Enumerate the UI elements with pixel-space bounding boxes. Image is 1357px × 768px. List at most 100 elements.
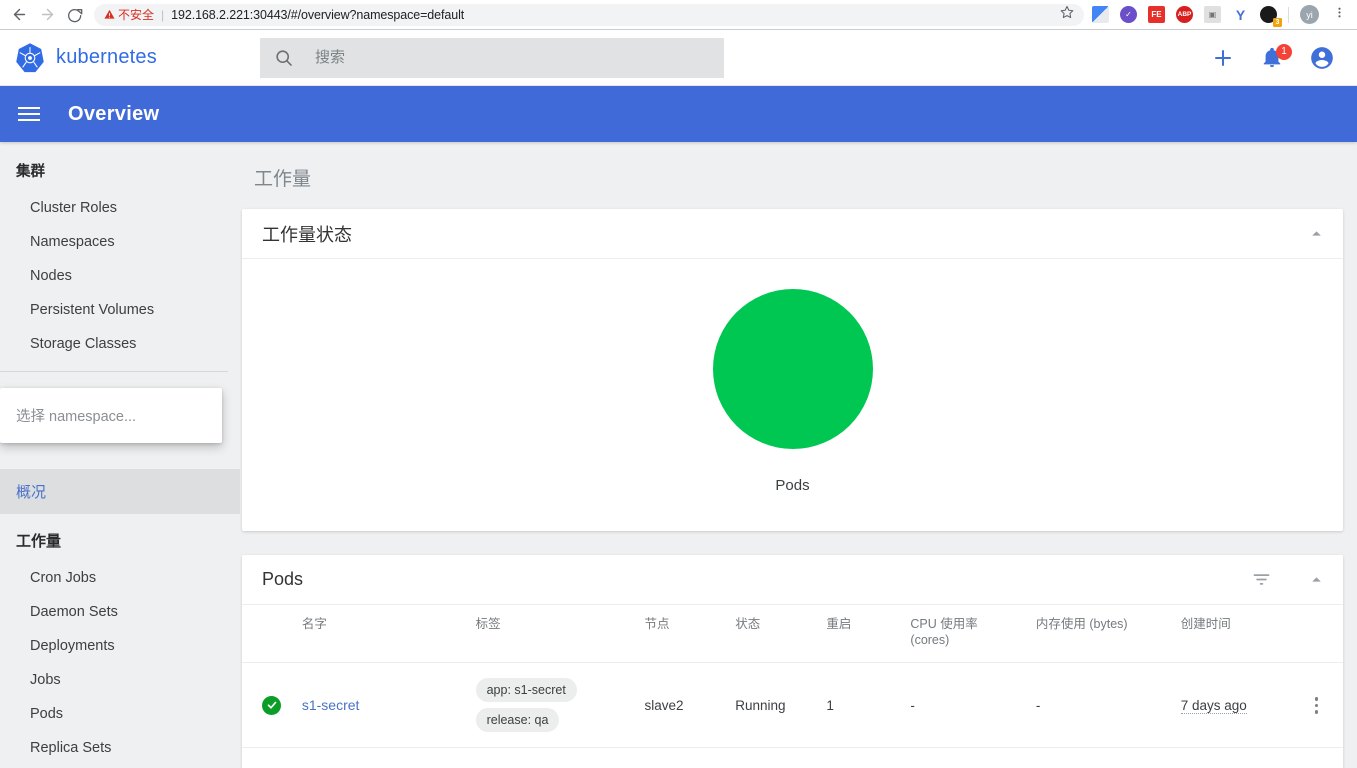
workload-status-title: 工作量状态: [262, 224, 352, 245]
browser-profile-avatar[interactable]: yi: [1300, 5, 1319, 24]
back-button[interactable]: [8, 4, 30, 26]
browser-nav-buttons: [0, 4, 90, 26]
row-created-cell: 7 days ago: [1172, 662, 1291, 748]
column-header-restarts[interactable]: 重启: [818, 605, 902, 663]
pods-paginator: 1 – 1 of 1: [242, 747, 1343, 768]
toolbar-divider: [1288, 6, 1289, 23]
extension-badge-count: 3: [1273, 18, 1282, 27]
sidebar-item-pods[interactable]: Pods: [0, 697, 240, 731]
pods-table-header-row: 名字 标签 节点 状态 重启 CPU 使用率 (cores) 内存使用 (byt…: [242, 605, 1343, 663]
pods-chart-label: Pods: [775, 476, 810, 494]
sidebar-item-namespaces[interactable]: Namespaces: [0, 225, 240, 259]
google-translate-extension-icon[interactable]: [1092, 6, 1109, 23]
sidebar-item-persistent-volumes[interactable]: Persistent Volumes: [0, 293, 240, 327]
table-row[interactable]: s1-secret app: s1-secret release: qa sla…: [242, 662, 1343, 748]
sidebar-item-daemon-sets[interactable]: Daemon Sets: [0, 595, 240, 629]
yandex-extension-icon[interactable]: Y: [1232, 6, 1249, 23]
extension-icons: ✓ FE ABP ▣ Y 3 yi: [1090, 5, 1357, 27]
back-arrow-icon: [13, 8, 25, 21]
column-header-memory[interactable]: 内存使用 (bytes): [1028, 605, 1173, 663]
url-text: 192.168.2.221:30443/#/overview?namespace…: [171, 7, 465, 22]
content-heading: 工作量: [254, 169, 312, 190]
browser-toolbar: 不安全 | 192.168.2.221:30443/#/overview?nam…: [0, 0, 1357, 30]
body-layout: 集群 Cluster Roles Namespaces Nodes Persis…: [0, 142, 1357, 768]
workload-status-card: 工作量状态 Pods: [242, 209, 1343, 531]
overflow-menu-icon[interactable]: [1298, 697, 1335, 714]
column-header-status-icon: [242, 605, 294, 663]
column-header-state[interactable]: 状态: [727, 605, 818, 663]
sidebar-item-nodes[interactable]: Nodes: [0, 259, 240, 293]
sidebar-nav: 集群 Cluster Roles Namespaces Nodes Persis…: [0, 142, 240, 768]
app-header: kubernetes 1: [0, 30, 1357, 86]
pods-card-caret-up-icon[interactable]: [1310, 573, 1323, 586]
page-title: Overview: [68, 102, 160, 125]
account-button[interactable]: [1309, 45, 1335, 71]
global-search[interactable]: [260, 37, 724, 78]
opera-extension-icon[interactable]: 3: [1260, 6, 1282, 27]
label-chip-app[interactable]: app: s1-secret: [475, 678, 577, 703]
column-header-cpu[interactable]: CPU 使用率 (cores): [902, 605, 1028, 663]
search-icon: [274, 48, 293, 67]
filter-list-icon[interactable]: [1251, 569, 1272, 590]
workload-status-card-header: 工作量状态: [242, 209, 1343, 259]
notifications-button[interactable]: 1: [1261, 43, 1292, 69]
sidebar-group-cluster: 集群: [16, 164, 45, 180]
sidebar-item-overview-label: 概况: [16, 484, 47, 501]
column-header-menu: [1290, 605, 1343, 663]
pods-table: 名字 标签 节点 状态 重启 CPU 使用率 (cores) 内存使用 (byt…: [242, 605, 1343, 748]
brand-logo[interactable]: kubernetes: [0, 42, 246, 74]
warning-triangle-icon: [104, 9, 115, 19]
verified-badge-extension-icon[interactable]: ✓: [1120, 6, 1137, 23]
sidebar-item-replica-sets[interactable]: Replica Sets: [0, 731, 240, 765]
row-node-cell: slave2: [636, 662, 728, 748]
kubernetes-logo-icon: [16, 42, 44, 72]
column-header-name[interactable]: 名字: [294, 605, 468, 663]
sidebar-item-storage-classes[interactable]: Storage Classes: [0, 327, 240, 361]
header-actions: 1: [1211, 43, 1357, 71]
hamburger-menu-icon[interactable]: [14, 103, 44, 125]
reload-button[interactable]: [64, 4, 86, 26]
label-chip-release[interactable]: release: qa: [475, 708, 560, 733]
workload-status-card-actions: [1310, 227, 1323, 240]
sidebar-item-deployments[interactable]: Deployments: [0, 629, 240, 663]
namespace-select-placeholder: 选择 namespace...: [16, 409, 137, 425]
forward-arrow-icon: [41, 8, 53, 21]
row-labels-cell: app: s1-secret release: qa: [467, 662, 637, 748]
omnibox-divider: |: [161, 7, 165, 22]
create-resource-button[interactable]: [1211, 46, 1235, 70]
account-circle-icon: [1311, 46, 1333, 69]
pods-table-body: s1-secret app: s1-secret release: qa sla…: [242, 662, 1343, 748]
namespace-select-dropdown[interactable]: 选择 namespace...: [0, 388, 222, 443]
row-status-cell: [242, 662, 294, 748]
forward-button[interactable]: [36, 4, 58, 26]
pods-card-title: Pods: [262, 569, 304, 589]
address-bar[interactable]: 不安全 | 192.168.2.221:30443/#/overview?nam…: [94, 3, 1084, 26]
sidebar-item-cluster-roles[interactable]: Cluster Roles: [0, 191, 240, 225]
security-indicator[interactable]: 不安全: [104, 6, 154, 23]
sidebar-item-overview[interactable]: 概况: [0, 469, 240, 514]
column-header-created[interactable]: 创建时间: [1173, 605, 1290, 663]
check-circle-icon: [262, 695, 281, 715]
search-input[interactable]: [315, 49, 710, 66]
caret-up-icon[interactable]: [1310, 227, 1323, 240]
sidebar-item-jobs[interactable]: Jobs: [0, 663, 240, 697]
row-name-cell: s1-secret: [293, 662, 468, 748]
feedly-extension-icon[interactable]: FE: [1148, 6, 1165, 23]
pods-status-pie[interactable]: [712, 288, 873, 449]
pods-table-head: 名字 标签 节点 状态 重启 CPU 使用率 (cores) 内存使用 (byt…: [242, 605, 1343, 663]
adblock-plus-extension-icon[interactable]: ABP: [1176, 6, 1193, 23]
column-header-labels[interactable]: 标签: [468, 605, 637, 663]
sidebar-group-workload: 工作量: [16, 533, 62, 550]
screenshot-extension-icon[interactable]: ▣: [1204, 6, 1221, 23]
sidebar-item-cron-jobs[interactable]: Cron Jobs: [0, 561, 240, 595]
chrome-menu-icon[interactable]: [1330, 6, 1349, 24]
created-timestamp: 7 days ago: [1180, 697, 1247, 714]
row-cpu-cell: -: [902, 662, 1028, 748]
pod-name-link[interactable]: s1-secret: [302, 697, 360, 713]
pods-card-header: Pods: [242, 555, 1343, 605]
workload-status-chart: Pods: [242, 259, 1343, 531]
main-content: 工作量 工作量状态 Pods Pods 名字 标签 节点 状态 重启 CPU 使…: [240, 142, 1357, 768]
security-label: 不安全: [118, 8, 155, 22]
bookmark-star-icon[interactable]: [1052, 5, 1074, 24]
column-header-node[interactable]: 节点: [637, 605, 728, 663]
